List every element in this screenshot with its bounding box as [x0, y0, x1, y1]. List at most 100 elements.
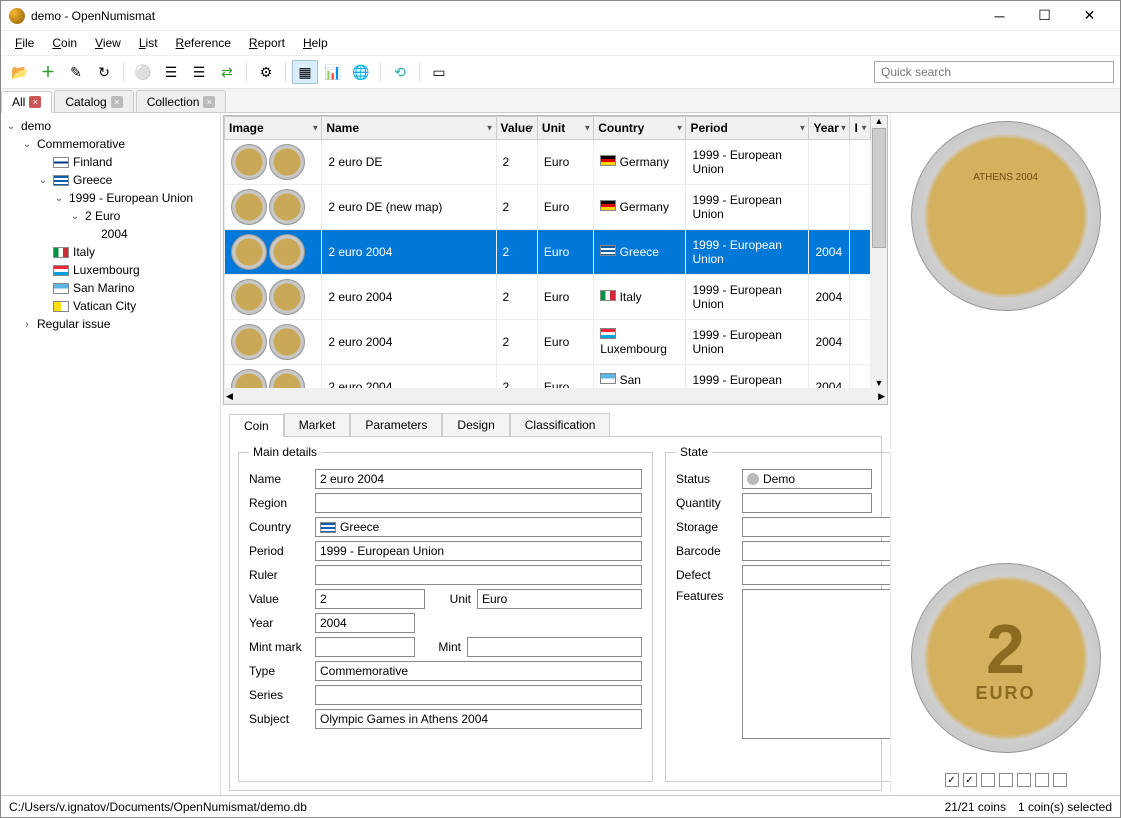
column-name[interactable]: Name▼ [322, 117, 496, 140]
check-icon[interactable] [1053, 773, 1067, 787]
menu-list[interactable]: List [131, 33, 166, 53]
tree-node[interactable]: Italy [5, 243, 216, 261]
features-field[interactable] [742, 589, 890, 739]
dropdown-icon[interactable]: ▼ [527, 124, 535, 133]
check-icon[interactable] [1035, 773, 1049, 787]
tree-node[interactable]: ⌄1999 - European Union [5, 189, 216, 207]
country-field[interactable]: Greece [315, 517, 642, 537]
export-icon[interactable]: ⇄ [214, 60, 240, 84]
detail-tab-parameters[interactable]: Parameters [350, 413, 442, 436]
tree-node[interactable]: San Marino [5, 279, 216, 297]
table-row[interactable]: 2 euro 20042Euro San Marino1999 - Europe… [225, 365, 871, 389]
toggle-icon[interactable]: ⌄ [69, 211, 81, 222]
dropdown-icon[interactable]: ▼ [311, 124, 319, 133]
tree-node[interactable]: ›Regular issue [5, 315, 216, 333]
toggle-icon[interactable]: › [21, 319, 33, 330]
view-tab-collection[interactable]: Collection× [136, 90, 227, 112]
column-year[interactable]: Year▼ [809, 117, 850, 140]
toggle-icon[interactable]: ⌄ [37, 175, 49, 186]
dropdown-icon[interactable]: ▼ [840, 124, 848, 133]
open-icon[interactable]: 📂 [7, 60, 33, 84]
tree-node[interactable]: ⌄2 Euro [5, 207, 216, 225]
detail-tab-classification[interactable]: Classification [510, 413, 611, 436]
coin-reverse-image[interactable]: 2EURO [911, 563, 1101, 753]
tree-node[interactable]: Vatican City [5, 297, 216, 315]
column-unit[interactable]: Unit▼ [537, 117, 593, 140]
page-icon[interactable]: ▭ [426, 60, 452, 84]
toggle-icon[interactable]: ⌄ [53, 193, 65, 204]
view-tab-all[interactable]: All× [1, 91, 52, 113]
check-icon[interactable]: ✓ [945, 773, 959, 787]
settings-icon[interactable]: ⚙ [253, 60, 279, 84]
table-row[interactable]: 2 euro DE2Euro Germany1999 - European Un… [225, 140, 871, 185]
ruler-field[interactable] [315, 565, 642, 585]
status-field[interactable]: Demo [742, 469, 872, 489]
view-tab-catalog[interactable]: Catalog× [54, 90, 133, 112]
check-icon[interactable] [1017, 773, 1031, 787]
table-row[interactable]: 2 euro DE (new map)2Euro Germany1999 - E… [225, 185, 871, 230]
close-icon[interactable]: × [29, 96, 41, 108]
check-icon[interactable]: ✓ [963, 773, 977, 787]
horizontal-scrollbar[interactable]: ◀ ▶ [224, 388, 887, 404]
series-field[interactable] [315, 685, 642, 705]
value-field[interactable] [315, 589, 425, 609]
check-icon[interactable] [999, 773, 1013, 787]
menu-file[interactable]: File [7, 33, 42, 53]
menu-report[interactable]: Report [241, 33, 293, 53]
image-selector-checkboxes[interactable]: ✓ ✓ [945, 773, 1067, 787]
tree-node[interactable]: Finland [5, 153, 216, 171]
dropdown-icon[interactable]: ▼ [799, 124, 807, 133]
view-table-icon[interactable]: ▦ [292, 60, 318, 84]
filter-clear-icon[interactable]: ⚪ [130, 60, 156, 84]
type-field[interactable] [315, 661, 642, 681]
close-icon[interactable]: × [111, 96, 123, 108]
minimize-button[interactable]: ─ [977, 2, 1022, 30]
vertical-scrollbar[interactable]: ▲ ▼ [871, 116, 887, 388]
link-icon[interactable]: ⟲ [387, 60, 413, 84]
region-field[interactable] [315, 493, 642, 513]
column-period[interactable]: Period▼ [686, 117, 809, 140]
tree[interactable]: ⌄demo⌄CommemorativeFinland⌄Greece⌄1999 -… [5, 117, 216, 333]
dropdown-icon[interactable]: ▼ [676, 124, 684, 133]
sort2-icon[interactable]: ☰ [186, 60, 212, 84]
chart-icon[interactable]: 📊 [320, 60, 346, 84]
detail-tab-market[interactable]: Market [284, 413, 351, 436]
refresh-icon[interactable]: ↻ [91, 60, 117, 84]
dropdown-icon[interactable]: ▼ [486, 124, 494, 133]
add-icon[interactable]: ＋ [35, 60, 61, 84]
close-button[interactable]: ✕ [1067, 2, 1112, 30]
table-row[interactable]: 2 euro 20042Euro Greece1999 - European U… [225, 230, 871, 275]
table-row[interactable]: 2 euro 20042Euro Luxembourg1999 - Europe… [225, 320, 871, 365]
column-country[interactable]: Country▼ [594, 117, 686, 140]
search-input[interactable] [874, 61, 1114, 83]
period-field[interactable] [315, 541, 642, 561]
sort-icon[interactable]: ☰ [158, 60, 184, 84]
menu-reference[interactable]: Reference [168, 33, 239, 53]
storage-field[interactable] [742, 517, 890, 537]
table-row[interactable]: 2 euro 20042Euro Italy1999 - European Un… [225, 275, 871, 320]
unit-field[interactable] [477, 589, 642, 609]
column-image[interactable]: Image▼ [225, 117, 322, 140]
mint-field[interactable] [467, 637, 642, 657]
check-icon[interactable] [981, 773, 995, 787]
tree-node[interactable]: ⌄Commemorative [5, 135, 216, 153]
defect-field[interactable] [742, 565, 890, 585]
tree-root[interactable]: ⌄demo [5, 117, 216, 135]
column-value[interactable]: Value▼ [496, 117, 537, 140]
toggle-icon[interactable]: ⌄ [21, 139, 33, 150]
maximize-button[interactable]: ☐ [1022, 2, 1067, 30]
mintmark-field[interactable] [315, 637, 415, 657]
menu-coin[interactable]: Coin [44, 33, 85, 53]
tree-node[interactable]: Luxembourg [5, 261, 216, 279]
close-icon[interactable]: × [203, 96, 215, 108]
dropdown-icon[interactable]: ▼ [583, 124, 591, 133]
year-field[interactable] [315, 613, 415, 633]
edit-icon[interactable]: ✎ [63, 60, 89, 84]
quantity-field[interactable] [742, 493, 872, 513]
coin-obverse-image[interactable]: ATHENS 2004 [911, 121, 1101, 311]
tree-node[interactable]: 2004 [5, 225, 216, 243]
name-field[interactable] [315, 469, 642, 489]
subject-field[interactable] [315, 709, 642, 729]
menu-help[interactable]: Help [295, 33, 336, 53]
column-extra[interactable]: I▼ [850, 117, 871, 140]
